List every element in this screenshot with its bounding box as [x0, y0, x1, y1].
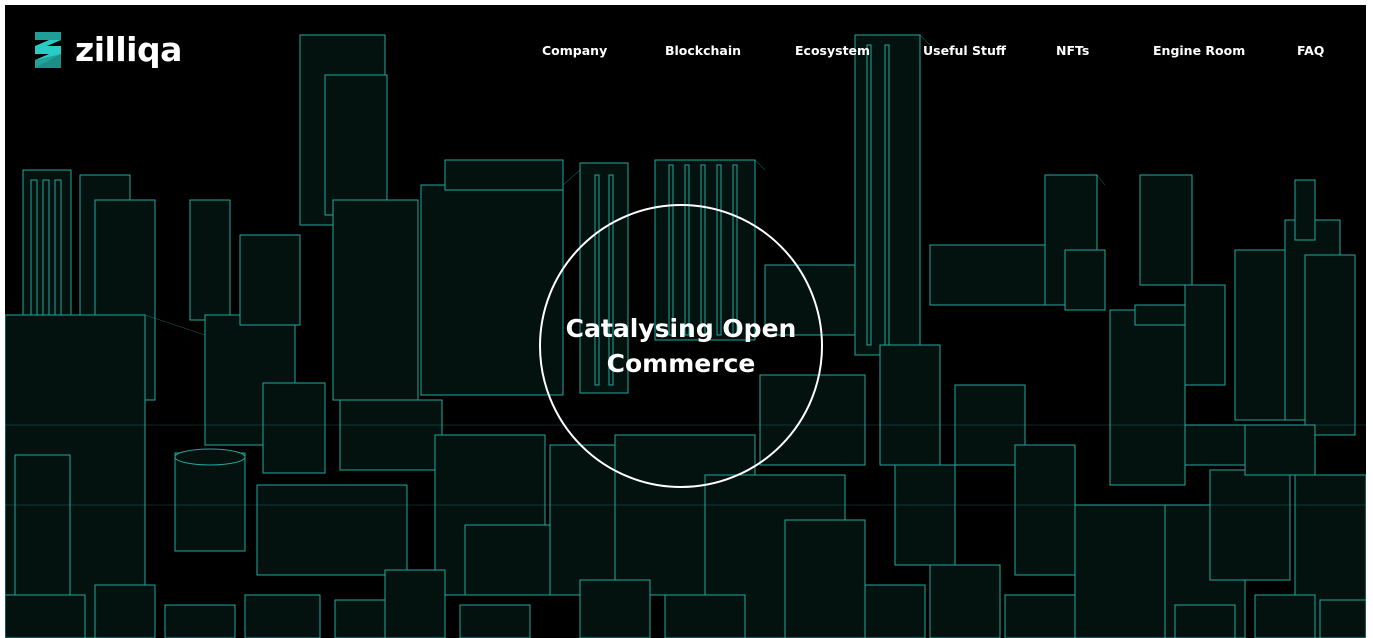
nav-item-nfts[interactable]: NFTs	[1056, 43, 1089, 59]
hero-headline: Catalysing Open Commerce	[539, 311, 823, 381]
main-nav: Company Blockchain Ecosystem Useful Stuf…	[5, 43, 1366, 63]
nav-item-faq[interactable]: FAQ	[1297, 43, 1324, 59]
hero-headline-line2: Commerce	[606, 349, 756, 378]
nav-item-engine-room[interactable]: Engine Room	[1153, 43, 1245, 59]
nav-item-ecosystem[interactable]: Ecosystem	[795, 43, 870, 59]
nav-item-useful-stuff[interactable]: Useful Stuff	[923, 43, 1006, 59]
hero-headline-line1: Catalysing Open	[565, 314, 797, 343]
hero-section: zilliqa Company Blockchain Ecosystem Use…	[5, 5, 1366, 638]
nav-item-blockchain[interactable]: Blockchain	[665, 43, 741, 59]
nav-item-company[interactable]: Company	[542, 43, 607, 59]
site-header: zilliqa Company Blockchain Ecosystem Use…	[5, 5, 1366, 100]
